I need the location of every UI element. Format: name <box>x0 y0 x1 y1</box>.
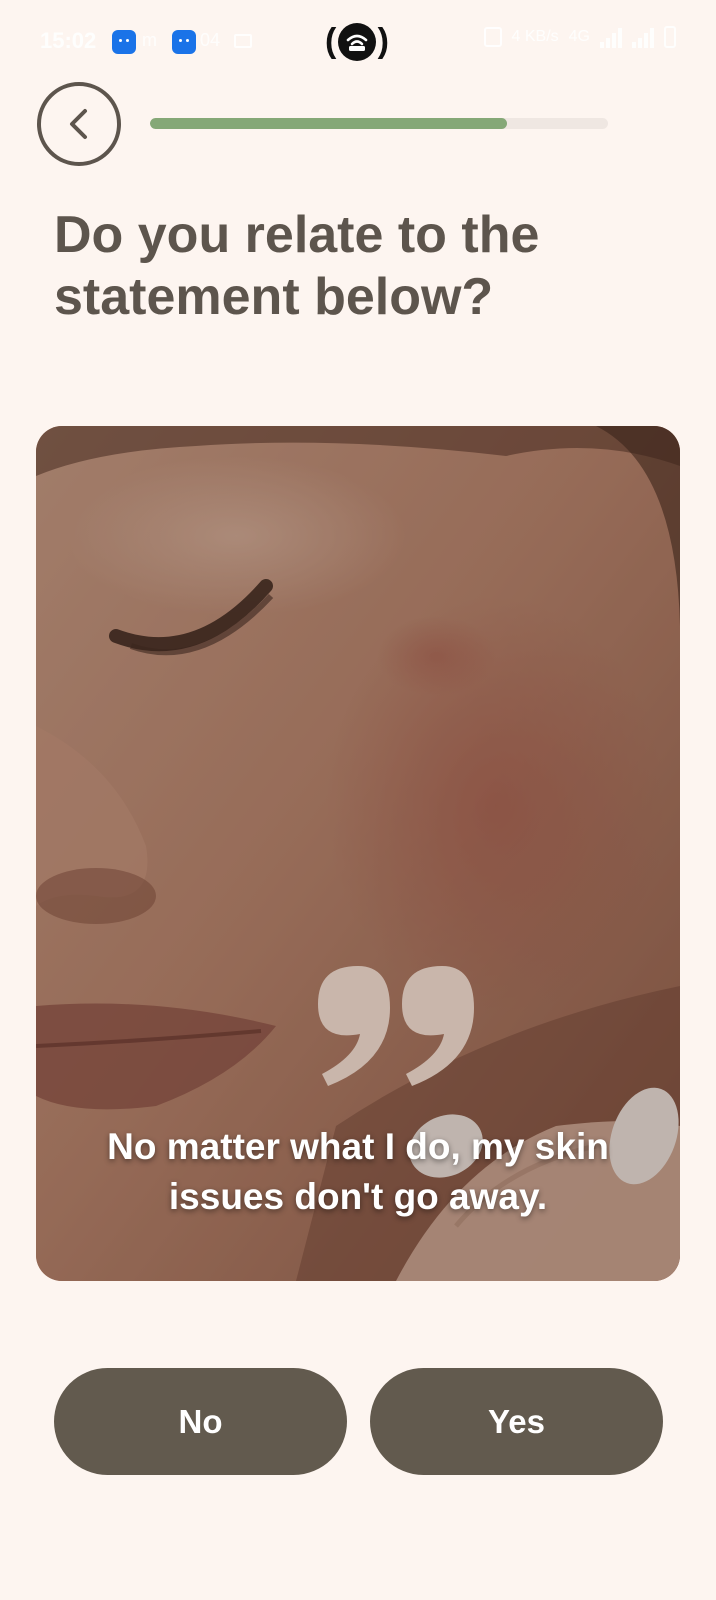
network-speed: 4 KB/s <box>511 28 559 45</box>
signal-icon-sim2 <box>632 26 654 48</box>
statement-text: No matter what I do, my skin issues don'… <box>107 1126 609 1217</box>
status-app-label: 04 <box>200 30 221 50</box>
hotspot-bracket-right: ) <box>377 22 389 60</box>
android-app-icon <box>112 30 136 54</box>
chevron-left-icon <box>70 109 87 139</box>
statement-card: No matter what I do, my skin issues don'… <box>36 426 680 1281</box>
android-app-icon <box>172 30 196 54</box>
hotspot-icon <box>338 23 376 61</box>
hotspot-indicator: ( ) <box>325 20 389 64</box>
progress-bar-fill <box>150 118 508 129</box>
back-button[interactable] <box>37 82 121 166</box>
question-title: Do you relate to the statement below? <box>54 206 540 326</box>
message-icon <box>234 34 252 48</box>
battery-icon <box>664 26 676 48</box>
status-right-cluster: 4 KB/s 4G <box>483 26 676 48</box>
signal-icon <box>600 26 622 48</box>
vibrate-icon <box>483 27 502 47</box>
status-app-label: m <box>142 30 157 50</box>
closing-quote-icon <box>318 966 474 1086</box>
screen: 15:02 m 04 ( ) 4 KB/s 4G Do you relate t… <box>0 0 716 1600</box>
yes-button[interactable]: Yes <box>370 1368 663 1475</box>
network-type: 4G <box>568 28 590 45</box>
status-bar: 15:02 m 04 ( ) 4 KB/s 4G <box>0 0 716 84</box>
hotspot-bracket-left: ( <box>325 22 337 60</box>
status-time: 15:02 <box>40 28 97 53</box>
no-button[interactable]: No <box>54 1368 347 1475</box>
progress-bar <box>150 118 608 129</box>
